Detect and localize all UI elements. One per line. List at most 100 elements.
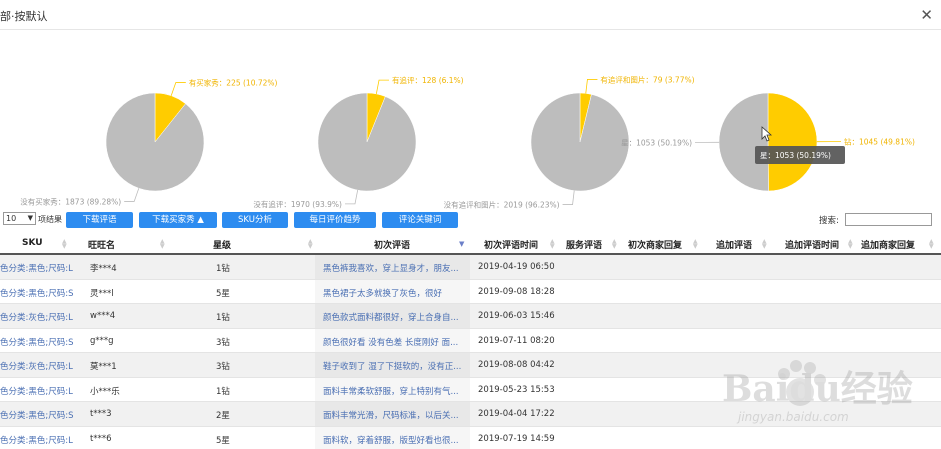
sort-icon[interactable]: ▲ ▼ bbox=[848, 239, 853, 250]
first-review-cell[interactable]: 黑色裙子太多就换了灰色，很好 bbox=[323, 287, 466, 299]
first-review-cell[interactable]: 面料丰常光滑，尺码标准，以后关... bbox=[323, 409, 466, 421]
download-buyer-show-button[interactable]: 下载买家秀 ▲ bbox=[139, 212, 217, 228]
search-input[interactable] bbox=[845, 213, 932, 226]
name-cell: t***3 bbox=[90, 409, 112, 419]
name-cell: t***6 bbox=[90, 433, 112, 444]
star-cell: 1钻 bbox=[216, 386, 230, 397]
table-row[interactable]: 色分类:灰色;尺码:L w***4 1钻 颜色款式面料都很好，穿上合身自... 2019… bbox=[0, 304, 941, 329]
pie-charts-area: 有买家秀：225 (10.72%) 没有买家秀：1873 (89.28%) 有追评：… bbox=[0, 30, 941, 210]
close-icon[interactable]: ✕ bbox=[920, 6, 933, 24]
pie-label-line bbox=[562, 190, 575, 205]
sort-icon[interactable]: ▲ ▼ bbox=[762, 239, 767, 250]
sort-icon[interactable]: ▲ ▼ bbox=[160, 239, 165, 250]
star-cell: 3钻 bbox=[216, 337, 230, 348]
pie-label: 有追评和图片：79 (3.77%) bbox=[600, 74, 694, 84]
name-cell: 小***乐 bbox=[90, 386, 120, 397]
pie-slice bbox=[317, 92, 417, 192]
daily-trend-label: 每日评价趋势 bbox=[309, 215, 361, 225]
first-review-cell[interactable]: 颜色很好看 没有色差 长度刚好 面... bbox=[323, 336, 466, 348]
sort-icon[interactable]: ▲ ▼ bbox=[929, 239, 934, 250]
pie-charts-svg: 有买家秀：225 (10.72%) 没有买家秀：1873 (89.28%) 有追评：… bbox=[20, 74, 915, 210]
pie-label: 没有追评：1970 (93.9%) bbox=[253, 199, 342, 209]
sort-icon[interactable]: ▲ ▼ bbox=[612, 239, 617, 250]
dropdown-arrow-icon: ▼ bbox=[27, 214, 33, 222]
column-header-first-review-time[interactable]: 初次评语时间 bbox=[484, 238, 538, 251]
dialog-title: 部·按默认 bbox=[0, 10, 48, 23]
name-cell: 莫***1 bbox=[90, 362, 117, 372]
star-cell: 1钻 bbox=[216, 264, 230, 274]
sku-cell: 色分类:黑色;尺码:S bbox=[0, 337, 74, 348]
first-review-cell[interactable]: 面料软，穿着舒服，版型好看也很... bbox=[323, 434, 466, 446]
first-review-cell[interactable]: 鞋子收到了 湿了下挺软的，没有正... bbox=[323, 360, 466, 372]
first-review-time-cell: 2019-08-08 04:42 bbox=[478, 360, 555, 370]
column-header-name[interactable]: 旺旺名 bbox=[88, 238, 115, 251]
star-cell: 5星 bbox=[216, 288, 230, 299]
name-cell: 李***4 bbox=[90, 264, 117, 274]
column-header-service-review[interactable]: 服务评语 bbox=[566, 238, 602, 251]
pie-label-line bbox=[585, 79, 598, 94]
pie-slice bbox=[105, 92, 205, 192]
column-header-first-review[interactable]: 初次评语 bbox=[374, 238, 410, 251]
column-header-append-reply[interactable]: 追加商家回复 bbox=[861, 238, 915, 251]
name-cell: 灵***l bbox=[90, 288, 114, 299]
name-cell: g***g bbox=[90, 335, 114, 346]
daily-trend-button[interactable]: 每日评价趋势 bbox=[294, 212, 376, 228]
pie-label: 星：1053 (50.19%) bbox=[621, 138, 692, 147]
review-keywords-label: 评论关键词 bbox=[398, 215, 442, 225]
first-review-time-cell: 2019-05-23 15:53 bbox=[478, 384, 555, 395]
sort-icon[interactable]: ▲ ▼ bbox=[62, 239, 67, 250]
column-header-star[interactable]: 星级 bbox=[213, 238, 231, 251]
pie-label-line bbox=[375, 79, 390, 94]
watermark-url: jingyan.baidu.com bbox=[738, 410, 849, 424]
first-review-time-cell: 2019-07-11 08:20 bbox=[478, 335, 555, 346]
pie-slice bbox=[530, 92, 630, 192]
sku-analysis-button[interactable]: SKU分析 bbox=[222, 212, 288, 228]
pie-label-line bbox=[170, 82, 186, 96]
sort-icon[interactable]: ▲ ▼ bbox=[550, 239, 555, 250]
first-review-time-cell: 2019-04-04 17:22 bbox=[478, 409, 555, 419]
dialog-titlebar: 部·按默认 ✕ bbox=[0, 0, 941, 30]
baidu-jingyan-watermark: Baidu经验 jingyan.baidu.com bbox=[722, 350, 932, 440]
caret-up-icon: ▲ bbox=[197, 215, 204, 225]
column-header-first-reply[interactable]: 初次商家回复 bbox=[628, 238, 682, 251]
column-header-append-review-time[interactable]: 追加评语时间 bbox=[785, 238, 839, 251]
table-row[interactable]: 色分类:黑色;尺码:S 灵***l 5星 黑色裙子太多就换了灰色，很好 2019-09-… bbox=[0, 280, 941, 304]
download-reviews-button[interactable]: 下载评语 bbox=[66, 212, 133, 228]
first-review-time-cell: 2019-07-19 14:59 bbox=[478, 433, 555, 444]
table-header: SKU ▲ ▼ 旺旺名 ▲ ▼ 星级 ▲ ▼ 初次评语 ▼ 初次评语时间 ▲ ▼ 服务评… bbox=[0, 233, 941, 255]
sku-cell: 色分类:黑色;尺码:S bbox=[0, 411, 74, 421]
first-review-cell[interactable]: 黑色裤我喜欢，穿上显身才，朋友... bbox=[323, 262, 466, 274]
sort-desc-icon[interactable]: ▼ bbox=[459, 241, 464, 248]
pie-label: 没有追评和图片：2019 (96.23%) bbox=[444, 200, 560, 210]
first-review-cell[interactable]: 颜色款式面料都很好，穿上合身自... bbox=[323, 311, 466, 323]
star-cell: 2星 bbox=[216, 411, 230, 421]
pie-label: 没有买家秀：1873 (89.28%) bbox=[20, 196, 121, 206]
star-cell: 1钻 bbox=[216, 313, 230, 323]
pie-slice bbox=[767, 92, 818, 192]
pie-label: 有追评：128 (6.1%) bbox=[392, 75, 464, 85]
first-review-time-cell: 2019-09-08 18:28 bbox=[478, 286, 555, 297]
sku-cell: 色分类:黑色;尺码:L bbox=[0, 264, 73, 274]
sort-icon[interactable]: ▲ ▼ bbox=[693, 239, 698, 250]
pie-label: 钻：1045 (49.81%) bbox=[844, 137, 915, 147]
pie-label: 有买家秀：225 (10.72%) bbox=[189, 78, 278, 88]
sku-cell: 色分类:黑色;尺码:L bbox=[0, 435, 73, 446]
watermark-brand: Baidu经验 bbox=[722, 368, 913, 410]
chart-tooltip-text: 星：1053 (50.19%) bbox=[760, 151, 831, 160]
column-header-append-review[interactable]: 追加评语 bbox=[716, 238, 752, 251]
first-review-time-cell: 2019-06-03 15:46 bbox=[478, 311, 555, 321]
sku-cell: 色分类:灰色;尺码:L bbox=[0, 362, 73, 372]
sort-icon[interactable]: ▲ ▼ bbox=[308, 239, 313, 250]
star-cell: 5星 bbox=[216, 435, 230, 446]
page-size-label: 项结果 bbox=[38, 215, 62, 224]
sku-cell: 色分类:黑色;尺码:L bbox=[0, 386, 73, 397]
column-header-sku[interactable]: SKU bbox=[22, 238, 43, 248]
name-cell: w***4 bbox=[90, 311, 116, 321]
review-keywords-button[interactable]: 评论关键词 bbox=[382, 212, 458, 228]
pie-slice bbox=[718, 92, 769, 192]
table-row[interactable]: 色分类:黑色;尺码:L 李***4 1钻 黑色裤我喜欢，穿上显身才，朋友... 2019… bbox=[0, 255, 941, 280]
download-buyer-show-label: 下载买家秀 bbox=[152, 215, 195, 225]
sku-cell: 色分类:灰色;尺码:L bbox=[0, 313, 73, 323]
first-review-cell[interactable]: 面料丰常柔软舒服，穿上特别有气... bbox=[323, 385, 466, 397]
page-size-select[interactable]: 10 ▼ bbox=[3, 212, 36, 225]
